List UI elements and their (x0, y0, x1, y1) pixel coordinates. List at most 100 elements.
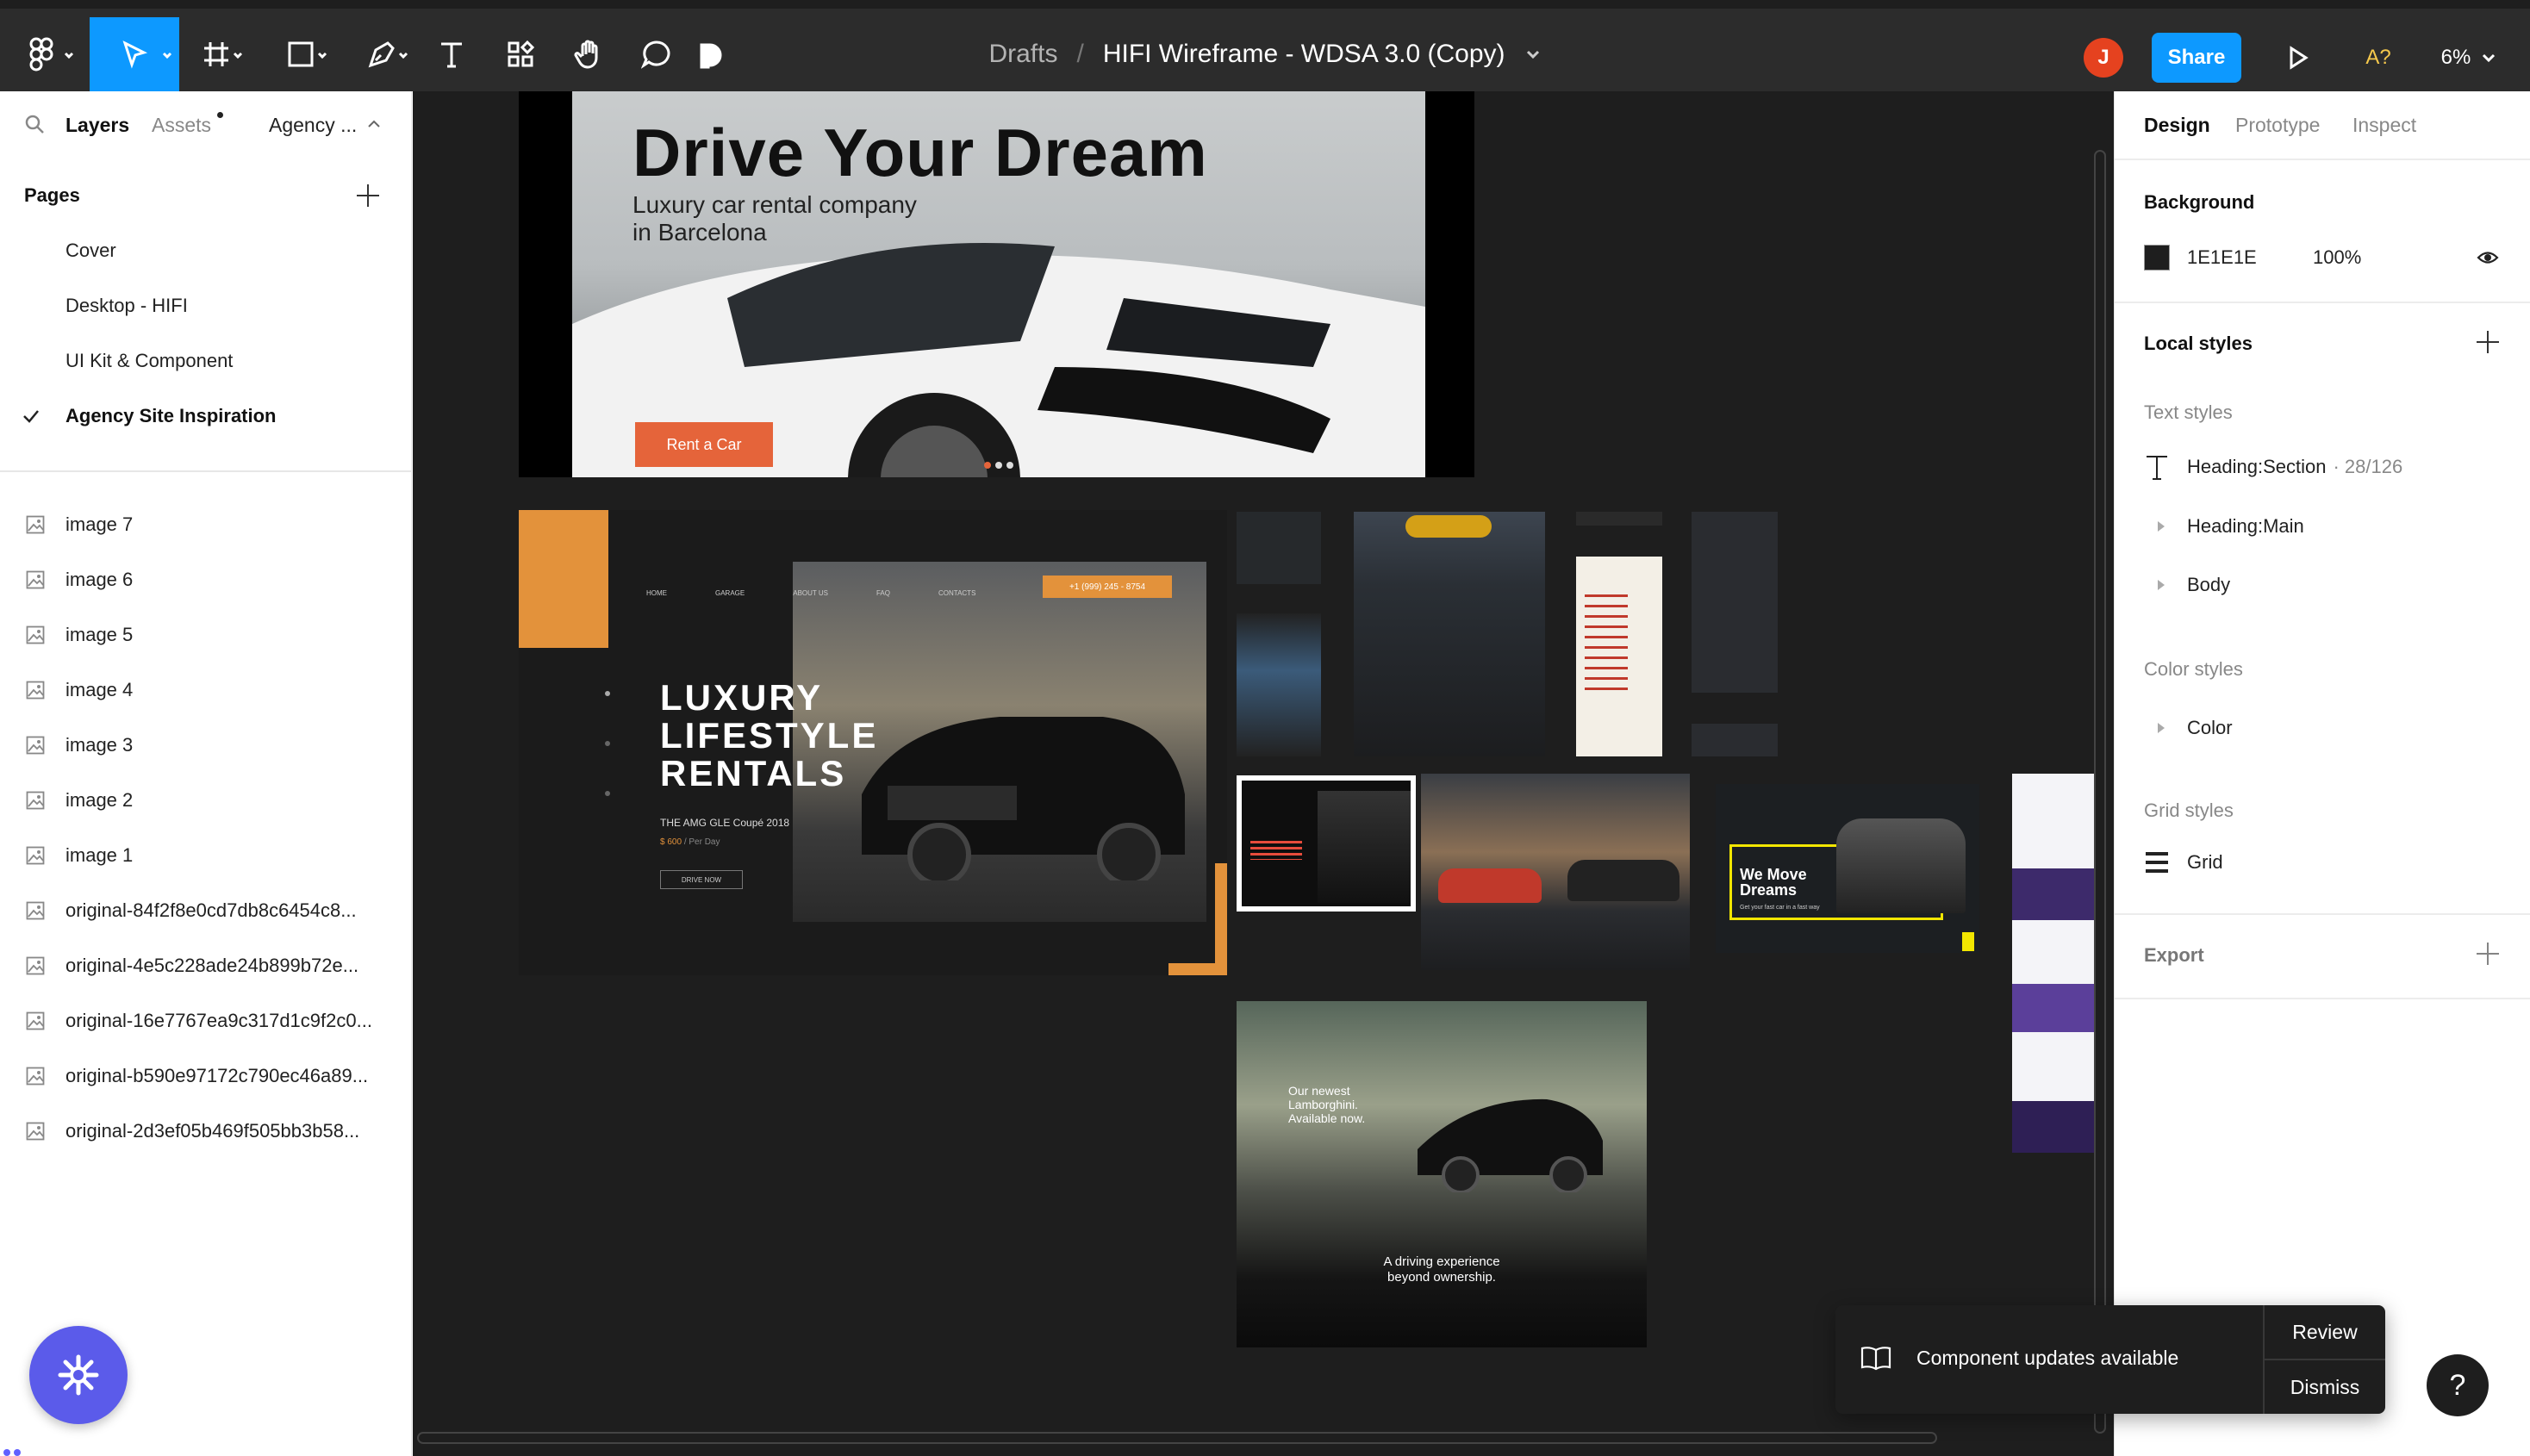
chevron-down-icon[interactable] (1524, 46, 1542, 63)
present-button[interactable] (2275, 33, 2321, 83)
main-menu-button[interactable] (0, 17, 81, 91)
tab-assets[interactable]: Assets (152, 114, 211, 137)
hero-subtitle-1: Luxury car rental company (632, 191, 917, 218)
horizontal-scrollbar[interactable] (417, 1432, 1937, 1444)
page-item-cover[interactable]: Cover (0, 226, 412, 276)
layer-item[interactable]: image 1 (0, 829, 412, 882)
layers-tabs: Layers Assets Agency ... (0, 91, 412, 160)
text-style-heading-section[interactable]: Heading:Section · 28/126 (2144, 453, 2402, 481)
panel-divider (2115, 998, 2530, 999)
plugins-button[interactable] (693, 17, 731, 91)
carousel-dot (984, 462, 991, 469)
text-styles-heading: Text styles (2144, 401, 2233, 423)
move-tool-button[interactable] (90, 17, 179, 91)
shape-tool-button[interactable] (267, 17, 334, 91)
layer-item[interactable]: original-b590e97172c790ec46a89... (0, 1049, 412, 1103)
add-style-icon[interactable] (2477, 331, 2499, 353)
tab-design[interactable]: Design (2144, 114, 2210, 137)
search-icon[interactable] (24, 114, 45, 134)
layer-item[interactable]: original-16e7767ea9c317d1c9f2c0... (0, 994, 412, 1048)
layer-label: original-b590e97172c790ec46a89... (65, 1065, 369, 1086)
layer-item[interactable]: image 7 (0, 498, 412, 551)
grid-style-name: Grid (2187, 851, 2223, 873)
frame-lamborghini[interactable]: Our newest Lamborghini. Available now. A… (1237, 1001, 1647, 1347)
grid-styles-heading: Grid styles (2144, 800, 2234, 821)
color-swatch[interactable] (2144, 245, 2170, 271)
dev-mode-icon (700, 43, 722, 69)
page-item-desktop-hifi[interactable]: Desktop - HIFI (0, 281, 412, 331)
file-name[interactable]: HIFI Wireframe - WDSA 3.0 (Copy) (1103, 40, 1505, 69)
comment-tool-button[interactable] (634, 17, 679, 91)
yellow-car-shape (1405, 515, 1492, 538)
layer-item[interactable]: image 4 (0, 663, 412, 717)
mobile-thumb-4-header[interactable] (1576, 512, 1662, 526)
mobile-thumb-1[interactable] (1237, 512, 1321, 584)
layer-item[interactable]: image 2 (0, 774, 412, 827)
chevron-down-icon (2483, 53, 2496, 63)
page-switcher[interactable]: Agency ... (269, 114, 357, 137)
luxury-line-2: LIFESTYLE (660, 715, 879, 756)
tab-inspect[interactable]: Inspect (2352, 114, 2416, 137)
thumb-hidden-extras[interactable] (1237, 775, 1416, 912)
frame-we-move-dreams[interactable]: We Move Dreams Get your fast car in a fa… (1716, 784, 1979, 953)
eye-icon[interactable] (2477, 248, 2499, 267)
zoom-menu[interactable]: 6% (2421, 33, 2516, 83)
vertical-scrollbar[interactable] (2094, 150, 2106, 1434)
resources-tool-button[interactable] (498, 17, 543, 91)
color-style-group-color[interactable]: Color (2158, 717, 2233, 739)
image-layer-icon (26, 515, 45, 534)
mobile-thumb-4[interactable] (1576, 557, 1662, 756)
add-page-icon[interactable] (357, 184, 379, 207)
thumb-drive-your-dream-car-now[interactable] (1421, 774, 1690, 970)
mobile-thumb-5-footer[interactable] (1692, 724, 1778, 756)
frame-drive-your-dream[interactable]: Drive Your Dream Luxury car rental compa… (519, 91, 1474, 477)
frame-luxury-lifestyle-rentals[interactable]: +1 (999) 245 - 8754 HOME GARAGE ABOUT US… (519, 510, 1227, 975)
image-layer-icon (26, 1067, 45, 1086)
layer-item[interactable]: image 5 (0, 608, 412, 662)
text-tool-button[interactable] (429, 17, 474, 91)
image-layer-icon (26, 736, 45, 755)
background-opacity[interactable]: 100% (2313, 246, 2361, 269)
page-label: Agency Site Inspiration (65, 405, 277, 426)
help-button[interactable]: ? (2427, 1354, 2489, 1416)
layer-item[interactable]: image 3 (0, 719, 412, 772)
text-style-group-heading-main[interactable]: Heading:Main (2158, 515, 2304, 538)
page-item-agency-site-inspiration[interactable]: Agency Site Inspiration (0, 391, 412, 441)
text-style-group-body[interactable]: Body (2158, 574, 2230, 596)
avatar[interactable]: J (2084, 38, 2123, 78)
chevron-down-icon (64, 52, 74, 59)
background-hex[interactable]: 1E1E1E (2187, 246, 2313, 269)
tab-layers[interactable]: Layers (65, 114, 129, 137)
add-export-icon[interactable] (2477, 943, 2499, 965)
layer-item[interactable]: original-84f2f8e0cd7db8c6454c8... (0, 884, 412, 937)
frame-tool-button[interactable] (183, 17, 250, 91)
canvas[interactable]: Drive Your Dream Luxury car rental compa… (413, 91, 2114, 1456)
tab-prototype[interactable]: Prototype (2235, 114, 2320, 137)
layer-item[interactable]: original-2d3ef05b469f505bb3b58... (0, 1104, 412, 1158)
share-button[interactable]: Share (2152, 33, 2241, 83)
grid-lines-icon (2146, 852, 2168, 873)
caret-right-icon (2158, 723, 2165, 733)
pen-tool-button[interactable] (348, 17, 415, 91)
mobile-thumb-2[interactable] (1237, 613, 1321, 756)
review-button[interactable]: Review (2265, 1305, 2385, 1359)
chevron-down-icon (398, 52, 408, 59)
layer-item[interactable]: original-4e5c228ade24b899b72e... (0, 939, 412, 992)
chevron-up-icon[interactable] (367, 119, 381, 129)
widget-launcher-button[interactable] (29, 1326, 128, 1424)
thumb-long-webpage[interactable] (2012, 774, 2095, 1153)
we-move-tagline: Get your fast car in a fast way (1740, 905, 1820, 911)
grid-style-grid[interactable]: Grid (2144, 849, 2223, 875)
breadcrumb-drafts[interactable]: Drafts (988, 40, 1057, 69)
layer-item[interactable]: image 6 (0, 553, 412, 607)
mobile-thumb-3[interactable] (1354, 512, 1545, 756)
hand-tool-button[interactable] (567, 17, 612, 91)
drag-handle-icon[interactable] (2, 1446, 22, 1456)
nav-item: ABOUT US (793, 589, 828, 597)
pager-dot (605, 741, 610, 746)
missing-fonts-button[interactable]: A? (2354, 33, 2402, 83)
luxury-price-row: $ 600 / Per Day (660, 837, 720, 847)
dismiss-button[interactable]: Dismiss (2265, 1360, 2385, 1414)
mobile-thumb-5[interactable] (1692, 512, 1778, 693)
page-item-ui-kit[interactable]: UI Kit & Component (0, 336, 412, 386)
